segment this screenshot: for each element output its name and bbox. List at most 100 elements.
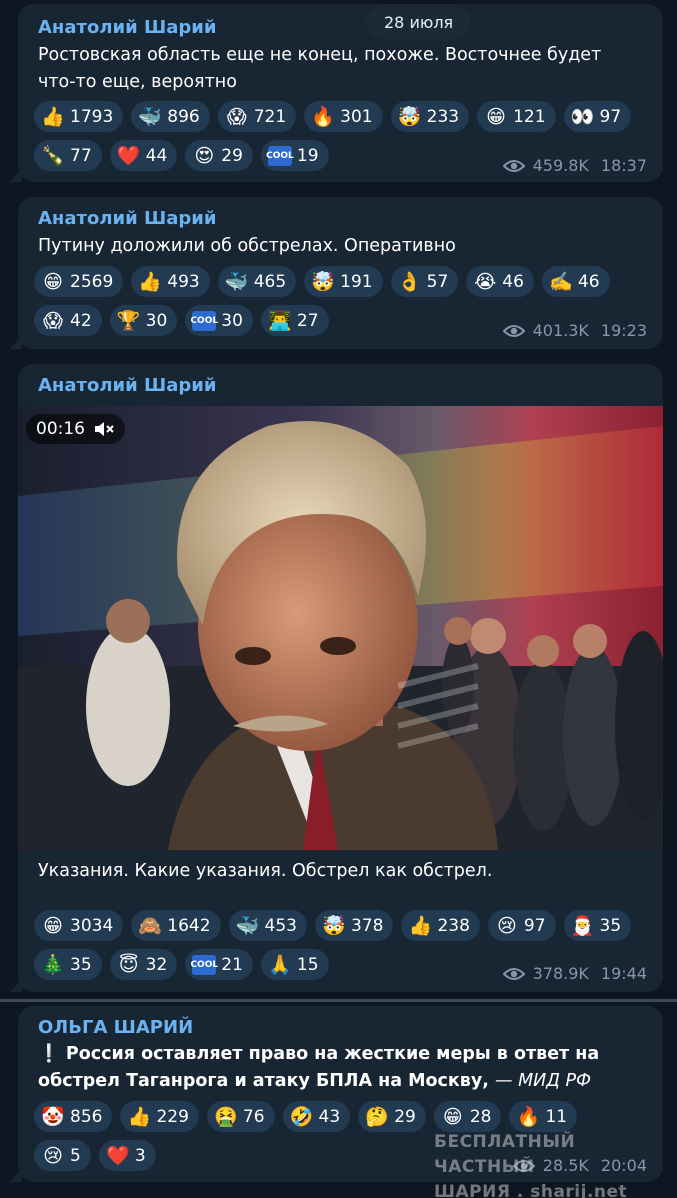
reaction-grin[interactable]: 😁 28 (433, 1101, 502, 1132)
reaction-mind-blown[interactable]: 🤯 378 (314, 910, 394, 941)
reaction-heart[interactable]: ❤️ 44 (109, 140, 178, 171)
video-duration-badge[interactable]: 00:16 (26, 414, 125, 444)
video-frame (18, 406, 663, 850)
whale-icon: 🐳 (138, 106, 163, 128)
reaction-whale[interactable]: 🐳 453 (228, 910, 307, 941)
santa-icon: 🎅 (570, 915, 595, 937)
reaction-count: 29 (221, 145, 243, 166)
reaction-count: 76 (242, 1106, 265, 1127)
writing-hand-icon: ✍️ (549, 271, 573, 293)
technologist-icon: 👨‍💻 (268, 310, 292, 332)
reaction-sob[interactable]: 😭 46 (466, 266, 534, 297)
author-name[interactable]: Анатолий Шарий (38, 17, 216, 38)
reaction-grin[interactable]: 😁 2569 (34, 266, 124, 297)
reaction-count: 2569 (70, 271, 114, 292)
reaction-rofl[interactable]: 🤣 43 (282, 1101, 351, 1132)
reaction-count: 191 (340, 271, 373, 292)
reaction-eyes[interactable]: 👀 97 (563, 101, 632, 132)
reaction-pray[interactable]: 🙏 15 (260, 949, 329, 980)
reaction-santa[interactable]: 🎅 35 (563, 910, 632, 941)
see-no-evil-icon: 🙈 (138, 915, 163, 937)
reaction-scream[interactable]: 😱 721 (217, 101, 297, 132)
mind-blown-icon: 🤯 (397, 106, 422, 128)
reaction-count: 301 (340, 106, 373, 127)
watermark: БЕСПЛАТНЫЙ ЧАСТНЫЙ ШАРИЯ . sharij.net (434, 1130, 677, 1198)
reaction-grin[interactable]: 😁 3034 (34, 910, 124, 941)
vomit-icon: 🤮 (214, 1106, 238, 1128)
bubble-tail (10, 335, 22, 349)
reaction-count: 46 (577, 271, 600, 292)
bubble-tail (10, 168, 22, 182)
thumbs-up-icon: 👍 (408, 915, 433, 937)
exclamation-icon: ❕ (38, 1044, 60, 1064)
whale-icon: 🐳 (235, 915, 260, 937)
reaction-heart[interactable]: ❤️ 3 (98, 1140, 156, 1171)
reaction-cool[interactable]: COOL 19 (260, 140, 329, 171)
reaction-count: 19 (296, 145, 319, 166)
heart-icon: ❤️ (116, 145, 141, 167)
reaction-cry[interactable]: 😢 5 (34, 1140, 91, 1171)
sob-icon: 😭 (474, 270, 497, 293)
message-text: Путину доложили об обстрелах. Оперативно (38, 236, 456, 256)
views-count: 401.3K (532, 321, 589, 340)
message-time: 19:44 (600, 964, 647, 983)
bubble-tail (10, 978, 22, 992)
reaction-fire[interactable]: 🔥 11 (509, 1101, 578, 1132)
mute-icon[interactable] (93, 420, 115, 438)
reaction-count: 238 (437, 915, 470, 936)
reaction-count: 28 (469, 1106, 492, 1127)
reaction-count: 233 (426, 106, 460, 127)
reaction-mind-blown[interactable]: 🤯 233 (390, 101, 470, 132)
reaction-whale[interactable]: 🐳 896 (131, 101, 210, 132)
views-count: 378.9K (532, 964, 589, 983)
cry-icon: 😢 (496, 914, 517, 937)
reaction-cool[interactable]: COOL 30 (185, 305, 253, 336)
reaction-grin[interactable]: 😁 121 (477, 101, 556, 132)
reaction-thinking[interactable]: 🤔 29 (358, 1101, 426, 1132)
reaction-count: 229 (156, 1106, 189, 1127)
watermark-line2: ШАРИЯ . sharij.net (434, 1182, 628, 1198)
reaction-cool[interactable]: COOL 21 (185, 949, 253, 980)
reaction-champagne[interactable]: 🍾 77 (34, 140, 102, 171)
reaction-vomit[interactable]: 🤮 76 (206, 1101, 275, 1132)
message-text: Ростовская область еще не конец, похоже.… (38, 45, 602, 92)
reaction-ok-hand[interactable]: 👌 57 (390, 266, 459, 297)
reaction-scream[interactable]: 😱 42 (34, 305, 102, 336)
reaction-count: 1642 (167, 915, 211, 936)
reaction-whale[interactable]: 🐳 465 (217, 266, 297, 297)
grin-icon: 😁 (43, 270, 63, 293)
reaction-halo[interactable]: 😇 32 (109, 949, 178, 980)
reaction-count: 30 (221, 310, 243, 331)
reaction-thumbs-up[interactable]: 👍 493 (131, 266, 210, 297)
author-name[interactable]: Анатолий Шарий (38, 375, 216, 396)
views-icon (502, 324, 525, 337)
reaction-thumbs-up[interactable]: 👍 229 (120, 1101, 199, 1132)
reaction-christmas-tree[interactable]: 🎄 35 (34, 949, 102, 980)
message-time: 19:23 (600, 321, 647, 340)
rofl-icon: 🤣 (289, 1106, 314, 1128)
message-text: ❕ Россия оставляет право на жесткие меры… (38, 1041, 643, 1095)
reaction-count: 77 (70, 145, 92, 166)
reaction-count: 97 (523, 915, 546, 936)
reaction-thumbs-up[interactable]: 👍 238 (401, 910, 480, 941)
message-meta: 459.8K 18:37 (502, 156, 647, 175)
reaction-writing-hand[interactable]: ✍️ 46 (541, 266, 610, 297)
reaction-fire[interactable]: 🔥 301 (304, 101, 383, 132)
author-name[interactable]: Анатолий Шарий (38, 208, 216, 229)
author-name[interactable]: ОЛЬГА ШАРИЙ (38, 1017, 193, 1038)
reaction-technologist[interactable]: 👨‍💻 27 (260, 305, 329, 336)
video-player[interactable]: 00:16 (18, 406, 663, 850)
reaction-trophy[interactable]: 🏆 30 (109, 305, 178, 336)
reaction-count: 57 (426, 271, 449, 292)
reaction-heart-eyes[interactable]: 😍 29 (185, 140, 253, 171)
bubble-tail (10, 1168, 22, 1182)
views-icon (502, 967, 525, 980)
reaction-cry[interactable]: 😢 97 (487, 910, 556, 941)
reaction-clown[interactable]: 🤡 856 (34, 1101, 113, 1132)
reaction-count: 896 (167, 106, 200, 127)
reaction-see-no-evil[interactable]: 🙈 1642 (131, 910, 221, 941)
message-bubble: Анатолий Шарий 00:16 Указания. Какие ука… (10, 364, 663, 992)
reaction-count: 121 (513, 106, 546, 127)
reaction-thumbs-up[interactable]: 👍 1793 (34, 101, 124, 132)
reaction-mind-blown[interactable]: 🤯 191 (304, 266, 383, 297)
